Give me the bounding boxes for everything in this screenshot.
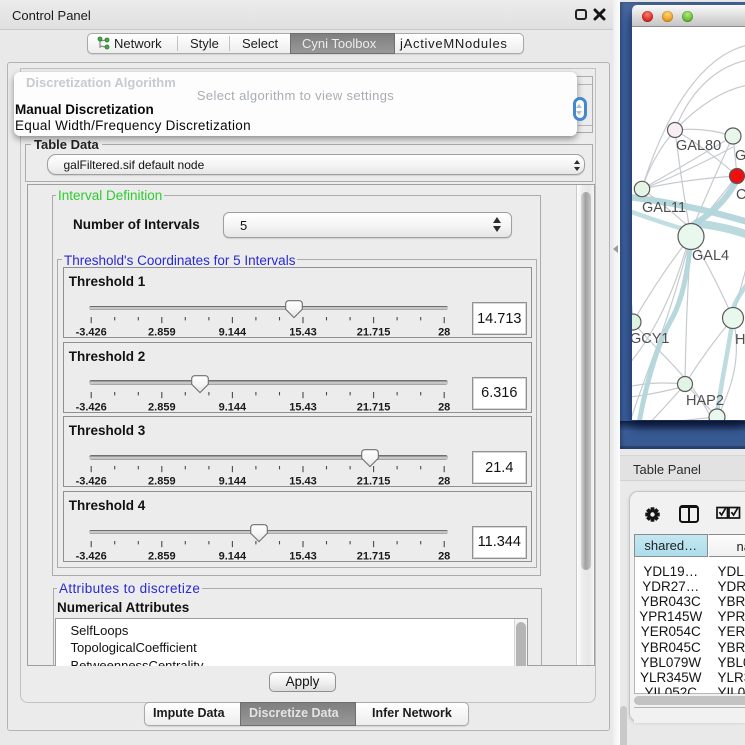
svg-text:2.859: 2.859 xyxy=(148,401,176,412)
svg-text:15.43: 15.43 xyxy=(289,550,317,561)
svg-text:-3.426: -3.426 xyxy=(75,401,106,412)
svg-text:9.144: 9.144 xyxy=(218,476,246,487)
svg-text:2.859: 2.859 xyxy=(148,327,176,338)
svg-text:-3.426: -3.426 xyxy=(75,476,106,487)
svg-text:-3.426: -3.426 xyxy=(75,327,106,338)
svg-text:15.43: 15.43 xyxy=(289,401,317,412)
svg-text:-3.426: -3.426 xyxy=(75,550,106,561)
svg-text:9.144: 9.144 xyxy=(218,550,246,561)
svg-text:C: C xyxy=(736,187,745,203)
svg-text:GCY1: GCY1 xyxy=(632,331,670,347)
svg-text:GAL80: GAL80 xyxy=(676,138,721,154)
svg-text:15.43: 15.43 xyxy=(289,327,317,338)
svg-text:28: 28 xyxy=(438,327,450,338)
svg-text:2.859: 2.859 xyxy=(148,550,176,561)
svg-text:28: 28 xyxy=(438,401,450,412)
svg-text:21.715: 21.715 xyxy=(357,550,391,561)
svg-text:HAP2: HAP2 xyxy=(686,393,724,409)
svg-text:15.43: 15.43 xyxy=(289,476,317,487)
svg-text:2.859: 2.859 xyxy=(148,476,176,487)
svg-text:GAL11: GAL11 xyxy=(642,200,686,216)
svg-text:21.715: 21.715 xyxy=(357,401,391,412)
svg-text:GA: GA xyxy=(735,148,745,164)
svg-text:GAL4: GAL4 xyxy=(692,248,729,264)
svg-text:28: 28 xyxy=(438,550,450,561)
svg-text:H: H xyxy=(735,332,745,348)
svg-text:9.144: 9.144 xyxy=(218,401,246,412)
svg-text:21.715: 21.715 xyxy=(357,476,391,487)
svg-text:28: 28 xyxy=(438,476,450,487)
svg-text:21.715: 21.715 xyxy=(357,327,391,338)
svg-text:9.144: 9.144 xyxy=(218,327,246,338)
